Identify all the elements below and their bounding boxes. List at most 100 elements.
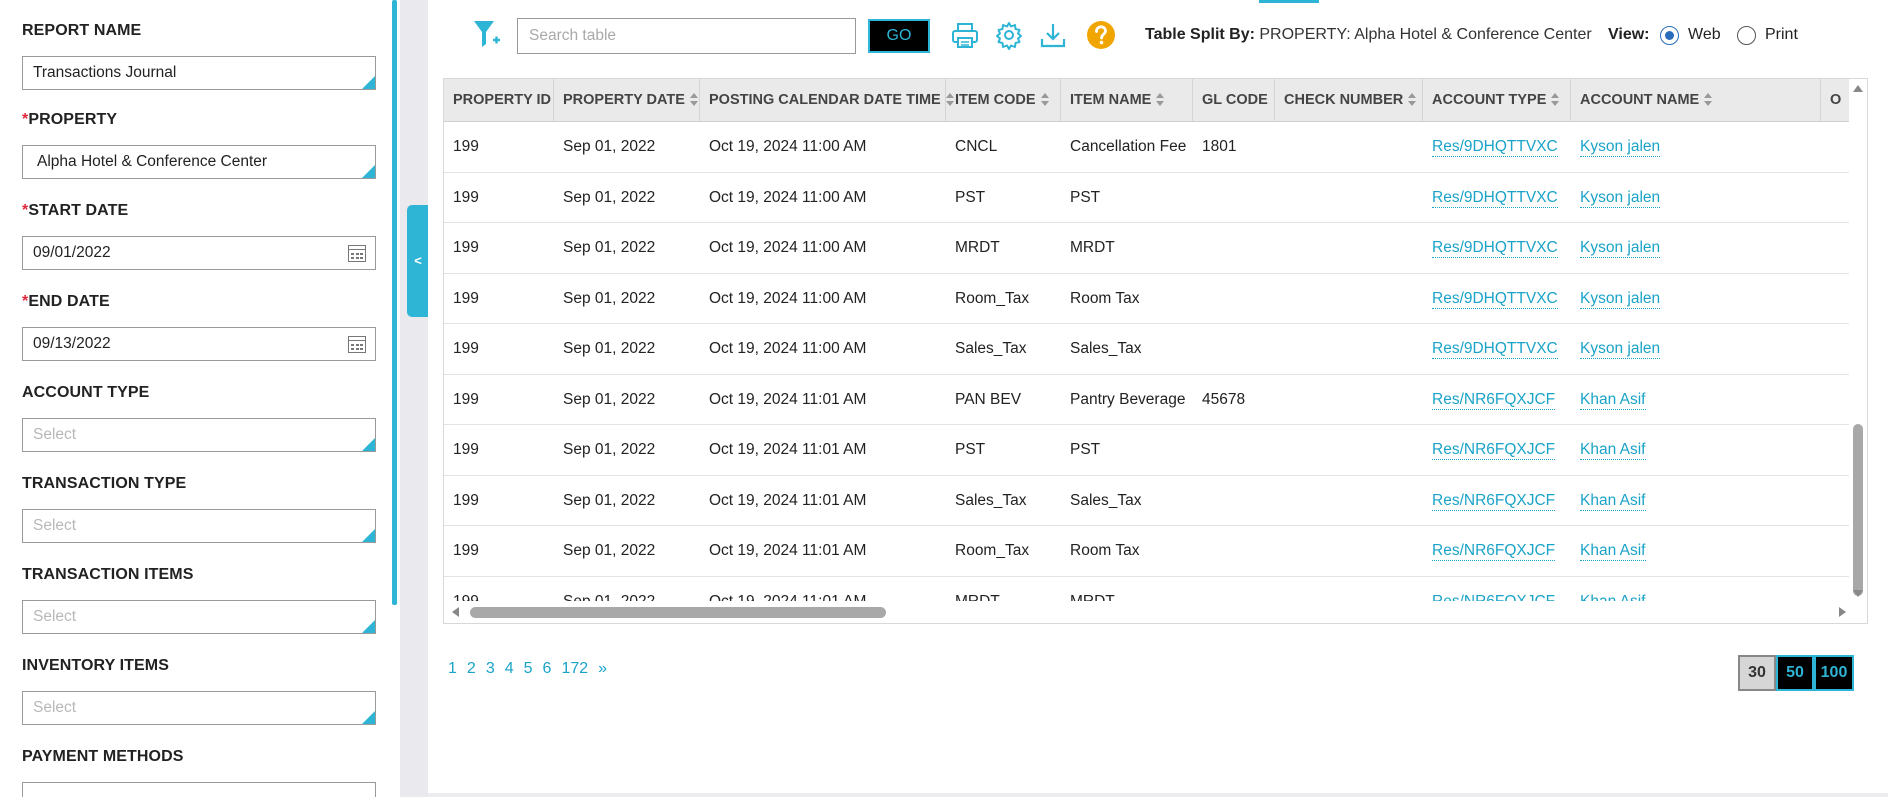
scroll-thumb[interactable] [1853,424,1863,596]
sort-icon[interactable] [1156,92,1165,106]
property-select[interactable]: Alpha Hotel & Conference Center [22,145,376,179]
page-link[interactable]: 5 [524,660,533,677]
scroll-thumb[interactable] [470,607,886,618]
sort-icon[interactable] [689,92,699,106]
view-web-radio[interactable] [1660,26,1679,45]
cell-account-type-link[interactable]: Res/9DHQTTVXC [1432,138,1558,157]
calendar-icon[interactable] [348,336,366,353]
col-account-type[interactable]: ACCOUNT TYPE [1423,79,1571,122]
page-link[interactable]: 172 [561,660,588,677]
cell-account-name-link[interactable]: Khan Asif [1580,542,1646,561]
payment-methods-select[interactable] [22,782,376,797]
view-web-label[interactable]: Web [1688,26,1721,44]
cell-account-name[interactable]: Kyson jalen [1571,223,1661,273]
report-name-field[interactable]: Transactions Journal [22,56,376,90]
filter-add-icon[interactable] [472,18,502,52]
scroll-right-icon[interactable] [1839,607,1846,617]
transaction-items-select[interactable]: Select [22,600,376,634]
cell-property-date: Sep 01, 2022 [563,441,656,458]
cell-account-type[interactable]: Res/NR6FQXJCF [1423,375,1556,425]
col-account-name[interactable]: ACCOUNT NAME [1571,79,1821,122]
cell-account-type-link[interactable]: Res/9DHQTTVXC [1432,239,1558,258]
cell-property-id: 199 [453,188,479,206]
sort-icon[interactable] [1704,92,1713,106]
page-link[interactable]: 2 [467,660,476,677]
cell-account-type[interactable]: Res/9DHQTTVXC [1423,274,1558,324]
cell-account-name[interactable]: Khan Asif [1571,375,1646,425]
cell-account-type-link[interactable]: Res/9DHQTTVXC [1432,188,1558,208]
split-value: PROPERTY: Alpha Hotel & Conference Cente… [1254,26,1592,43]
cell-account-type-link[interactable]: Res/NR6FQXJCF [1432,491,1556,511]
cell-account-type[interactable]: Res/NR6FQXJCF [1423,476,1556,526]
table-row: 199 Sep 01, 2022 Oct 19, 2024 11:00 AM Sale… [444,324,1849,375]
col-property-id[interactable]: PROPERTY ID [444,79,554,122]
cell-account-type-link[interactable]: Res/NR6FQXJCF [1432,542,1556,561]
account-type-select[interactable]: Select [22,418,376,452]
col-check-number[interactable]: CHECK NUMBER [1275,79,1423,122]
cell-account-type-link[interactable]: Res/9DHQTTVXC [1432,289,1558,309]
cell-account-name[interactable]: Kyson jalen [1571,122,1661,172]
cell-account-name-link[interactable]: Kyson jalen [1580,239,1661,258]
scroll-up-icon[interactable] [1853,85,1863,92]
scroll-down-icon[interactable] [1853,590,1863,597]
print-icon[interactable] [950,20,980,50]
cell-account-name[interactable]: Khan Asif [1571,476,1646,526]
cell-account-name[interactable]: Kyson jalen [1571,173,1661,223]
cell-account-type-link[interactable]: Res/NR6FQXJCF [1432,390,1556,410]
page-link[interactable]: 4 [505,660,514,677]
sort-icon[interactable] [1408,92,1417,106]
cell-account-name-link[interactable]: Kyson jalen [1580,188,1661,208]
page-size-100-button[interactable]: 100 [1814,655,1854,691]
cell-account-name-link[interactable]: Khan Asif [1580,390,1646,410]
cell-account-type[interactable]: Res/9DHQTTVXC [1423,223,1558,273]
transaction-type-select[interactable]: Select [22,509,376,543]
cell-account-name[interactable]: Khan Asif [1571,425,1646,475]
col-property-date[interactable]: PROPERTY DATE [554,79,700,122]
cell-account-type[interactable]: Res/9DHQTTVXC [1423,324,1558,374]
search-input[interactable] [517,18,856,54]
sort-icon[interactable] [1040,92,1050,106]
cell-account-type[interactable]: Res/9DHQTTVXC [1423,122,1558,172]
page-link[interactable]: 3 [486,660,495,677]
cell-account-type-link[interactable]: Res/NR6FQXJCF [1432,441,1556,460]
view-print-label[interactable]: Print [1765,26,1798,44]
dropdown-corner-icon [362,711,375,724]
cell-account-type-link[interactable]: Res/9DHQTTVXC [1432,340,1558,359]
cell-account-name-link[interactable]: Kyson jalen [1580,289,1661,309]
cell-account-type[interactable]: Res/NR6FQXJCF [1423,425,1556,475]
col-posting-date-time[interactable]: POSTING CALENDAR DATE TIME [700,79,954,122]
page-size-50-button[interactable]: 50 [1776,655,1814,691]
col-item-name[interactable]: ITEM NAME [1061,79,1193,122]
page-link[interactable]: 6 [543,660,552,677]
collapse-panel-button[interactable]: < [407,205,429,317]
download-icon[interactable] [1038,20,1068,50]
table-horizontal-scrollbar[interactable] [444,601,1851,623]
cell-account-name[interactable]: Khan Asif [1571,526,1646,576]
calendar-icon[interactable] [348,245,366,262]
table-vertical-scrollbar[interactable] [1849,79,1867,623]
cell-account-name[interactable]: Kyson jalen [1571,274,1661,324]
start-date-field[interactable]: 09/01/2022 [22,236,376,270]
end-date-field[interactable]: 09/13/2022 [22,327,376,361]
gear-icon[interactable] [994,20,1024,50]
cell-account-name-link[interactable]: Khan Asif [1580,441,1646,460]
cell-account-type[interactable]: Res/9DHQTTVXC [1423,173,1558,223]
cell-account-name-link[interactable]: Kyson jalen [1580,138,1661,157]
view-print-radio[interactable] [1737,26,1756,45]
cell-account-name-link[interactable]: Khan Asif [1580,491,1646,511]
panel-scrollbar[interactable] [392,0,397,605]
go-button[interactable]: GO [868,19,930,53]
cell-account-name-link[interactable]: Kyson jalen [1580,340,1661,359]
cell-account-name[interactable]: Kyson jalen [1571,324,1661,374]
page-size-30-button[interactable]: 30 [1738,655,1776,691]
sort-icon[interactable] [1551,92,1560,106]
cell-account-type[interactable]: Res/NR6FQXJCF [1423,526,1556,576]
col-item-code[interactable]: ITEM CODE [946,79,1061,122]
bottom-border [428,793,1888,797]
scroll-left-icon[interactable] [452,607,459,617]
page-link[interactable]: 1 [448,660,457,677]
inventory-items-select[interactable]: Select [22,691,376,725]
help-icon[interactable] [1086,20,1116,50]
next-page-link[interactable]: » [598,660,607,677]
col-gl-code[interactable]: GL CODE [1193,79,1275,122]
